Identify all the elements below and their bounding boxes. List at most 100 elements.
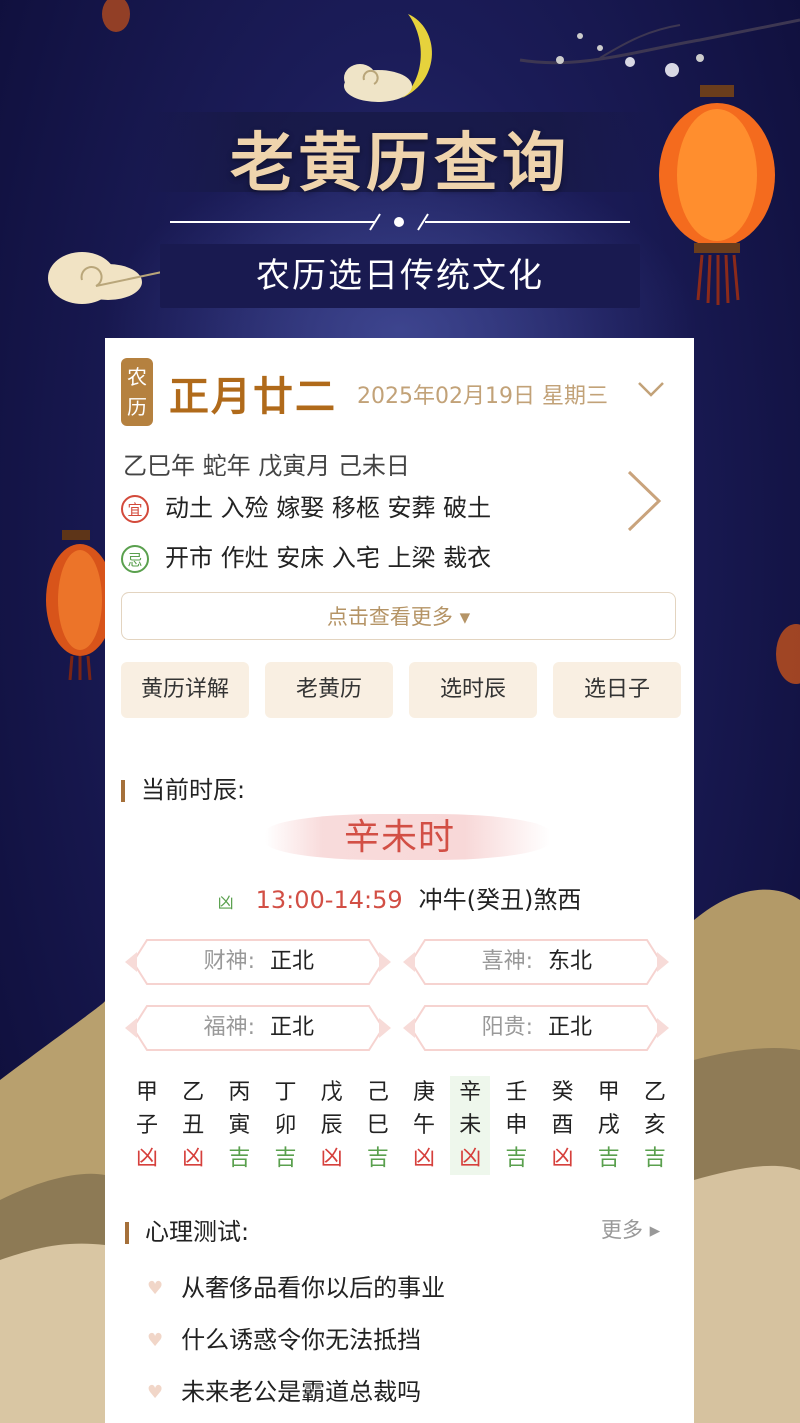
god-value: 东北 (548, 949, 593, 974)
tab-choose-day[interactable]: 选日子 (553, 662, 681, 718)
hour-item[interactable]: 甲戌吉 (589, 1076, 629, 1175)
hour-branch: 辰 (320, 1113, 343, 1138)
almanac-card: 农 历 正月廿二 2025年02月19日 星期三 乙巳年 蛇年 戊寅月 己未日 … (105, 338, 694, 1423)
hour-branch: 卯 (274, 1113, 297, 1138)
hour-branch: 子 (135, 1113, 158, 1138)
hour-luck: 吉 (228, 1146, 251, 1171)
heart-icon: ♥ (147, 1330, 164, 1351)
current-hour-heading: 当前时辰: (121, 770, 245, 805)
hour-item[interactable]: 庚午凶 (404, 1076, 444, 1175)
hour-stem: 庚 (413, 1080, 436, 1105)
current-shichen: 辛未时 (343, 817, 455, 858)
clash-text: 冲牛(癸丑)煞西 (418, 886, 582, 914)
hour-stem: 壬 (505, 1080, 528, 1105)
hour-branch: 酉 (551, 1113, 574, 1138)
tab-choose-hour[interactable]: 选时辰 (409, 662, 537, 718)
section-bar (121, 780, 125, 802)
heart-icon: ♥ (147, 1278, 164, 1299)
hour-stem: 戊 (320, 1080, 343, 1105)
title-divider (170, 213, 630, 231)
joy-god: 喜神: 东北 (408, 938, 658, 986)
list-item[interactable]: ♥ 什么诱惑令你无法抵挡 (147, 1314, 445, 1366)
time-range: 13:00-14:59 (255, 886, 403, 914)
hour-luck: 凶 (182, 1146, 205, 1171)
god-value: 正北 (270, 949, 315, 974)
test-title: 什么诱惑令你无法抵挡 (181, 1326, 422, 1354)
test-title: 未来老公是霸道总裁吗 (181, 1378, 422, 1406)
hour-stem: 甲 (597, 1080, 620, 1105)
section-bar (125, 1222, 129, 1244)
hour-branch: 未 (459, 1113, 482, 1138)
fortune-god: 福神: 正北 (130, 1004, 380, 1052)
lantern-icon (102, 0, 130, 32)
more-link[interactable]: 更多 ▸ (601, 1214, 660, 1244)
hour-item[interactable]: 己巳吉 (358, 1076, 398, 1175)
time-row: 凶 13:00-14:59 冲牛(癸丑)煞西 (105, 880, 694, 915)
ji-row: 忌开市 作灶 安床 入宅 上梁 裁衣 (121, 538, 491, 573)
hour-luck: 吉 (597, 1146, 620, 1171)
hour-branch: 寅 (228, 1113, 251, 1138)
hour-stem: 丁 (274, 1080, 297, 1105)
view-more-button[interactable]: 点击查看更多 ▾ (121, 592, 676, 640)
god-value: 正北 (548, 1015, 593, 1040)
moon-icon (344, 14, 433, 102)
hour-luck: 凶 (551, 1146, 574, 1171)
cloud-icon (48, 252, 163, 304)
hour-item[interactable]: 甲子凶 (127, 1076, 167, 1175)
luck-mark: 凶 (217, 893, 234, 912)
psych-test-list: ♥ 从奢侈品看你以后的事业 ♥ 什么诱惑令你无法抵挡 ♥ 未来老公是霸道总裁吗 (147, 1262, 445, 1418)
tab-old-almanac[interactable]: 老黄历 (265, 662, 393, 718)
lunar-badge: 农 历 (121, 358, 153, 426)
god-label: 财神: (203, 949, 255, 974)
hour-branch: 巳 (366, 1113, 389, 1138)
hour-stem: 辛 (459, 1080, 482, 1105)
hour-item[interactable]: 乙亥吉 (635, 1076, 675, 1175)
hour-grid: 甲子凶 乙丑凶 丙寅吉 丁卯吉 戊辰凶 己巳吉 庚午凶 辛未凶 壬申吉 癸酉凶 … (127, 1076, 675, 1175)
heart-icon: ♥ (147, 1382, 164, 1403)
page-subtitle: 农历选日传统文化 (256, 256, 544, 296)
tab-huangli-detail[interactable]: 黄历详解 (121, 662, 249, 718)
hour-luck: 凶 (459, 1146, 482, 1171)
hour-luck: 吉 (505, 1146, 528, 1171)
chevron-down-icon[interactable] (637, 380, 665, 398)
hour-stem: 乙 (643, 1080, 666, 1105)
test-title: 从奢侈品看你以后的事业 (181, 1274, 446, 1302)
hour-branch: 申 (505, 1113, 528, 1138)
yi-items: 动土 入殓 嫁娶 移柩 安葬 破土 (165, 494, 492, 522)
list-item[interactable]: ♥ 从奢侈品看你以后的事业 (147, 1262, 445, 1314)
hour-stem: 丙 (228, 1080, 251, 1105)
yang-noble: 阳贵: 正北 (408, 1004, 658, 1052)
ji-items: 开市 作灶 安床 入宅 上梁 裁衣 (165, 544, 492, 572)
hour-stem: 己 (366, 1080, 389, 1105)
lantern-icon (776, 624, 800, 684)
god-label: 福神: (203, 1015, 255, 1040)
list-item[interactable]: ♥ 未来老公是霸道总裁吗 (147, 1366, 445, 1418)
hour-stem: 甲 (135, 1080, 158, 1105)
solar-date[interactable]: 2025年02月19日 星期三 (357, 378, 608, 410)
ganzhi-line: 乙巳年 蛇年 戊寅月 己未日 (123, 452, 410, 480)
yi-icon: 宜 (121, 495, 149, 523)
hour-stem: 乙 (182, 1080, 205, 1105)
hour-item[interactable]: 丙寅吉 (219, 1076, 259, 1175)
hour-luck: 吉 (643, 1146, 666, 1171)
hour-item[interactable]: 壬申吉 (496, 1076, 536, 1175)
hour-item[interactable]: 戊辰凶 (312, 1076, 352, 1175)
god-value: 正北 (270, 1015, 315, 1040)
hour-item[interactable]: 丁卯吉 (266, 1076, 306, 1175)
chevron-right-icon[interactable] (623, 468, 665, 534)
god-label: 阳贵: (481, 1015, 533, 1040)
hour-item[interactable]: 乙丑凶 (173, 1076, 213, 1175)
feature-tabs: 黄历详解 老黄历 选时辰 选日子 (121, 662, 681, 718)
page-title: 老黄历查询 (230, 127, 570, 201)
psych-test-heading: 心理测试: (125, 1212, 249, 1247)
hour-branch: 午 (413, 1113, 436, 1138)
hour-luck: 凶 (413, 1146, 436, 1171)
lunar-date: 正月廿二 (169, 374, 337, 420)
wealth-god: 财神: 正北 (130, 938, 380, 986)
hour-stem: 癸 (551, 1080, 574, 1105)
hour-item-current[interactable]: 辛未凶 (450, 1076, 491, 1175)
hour-item[interactable]: 癸酉凶 (543, 1076, 583, 1175)
hour-luck: 凶 (320, 1146, 343, 1171)
hour-branch: 丑 (182, 1113, 205, 1138)
badge-bottom: 历 (127, 395, 147, 419)
